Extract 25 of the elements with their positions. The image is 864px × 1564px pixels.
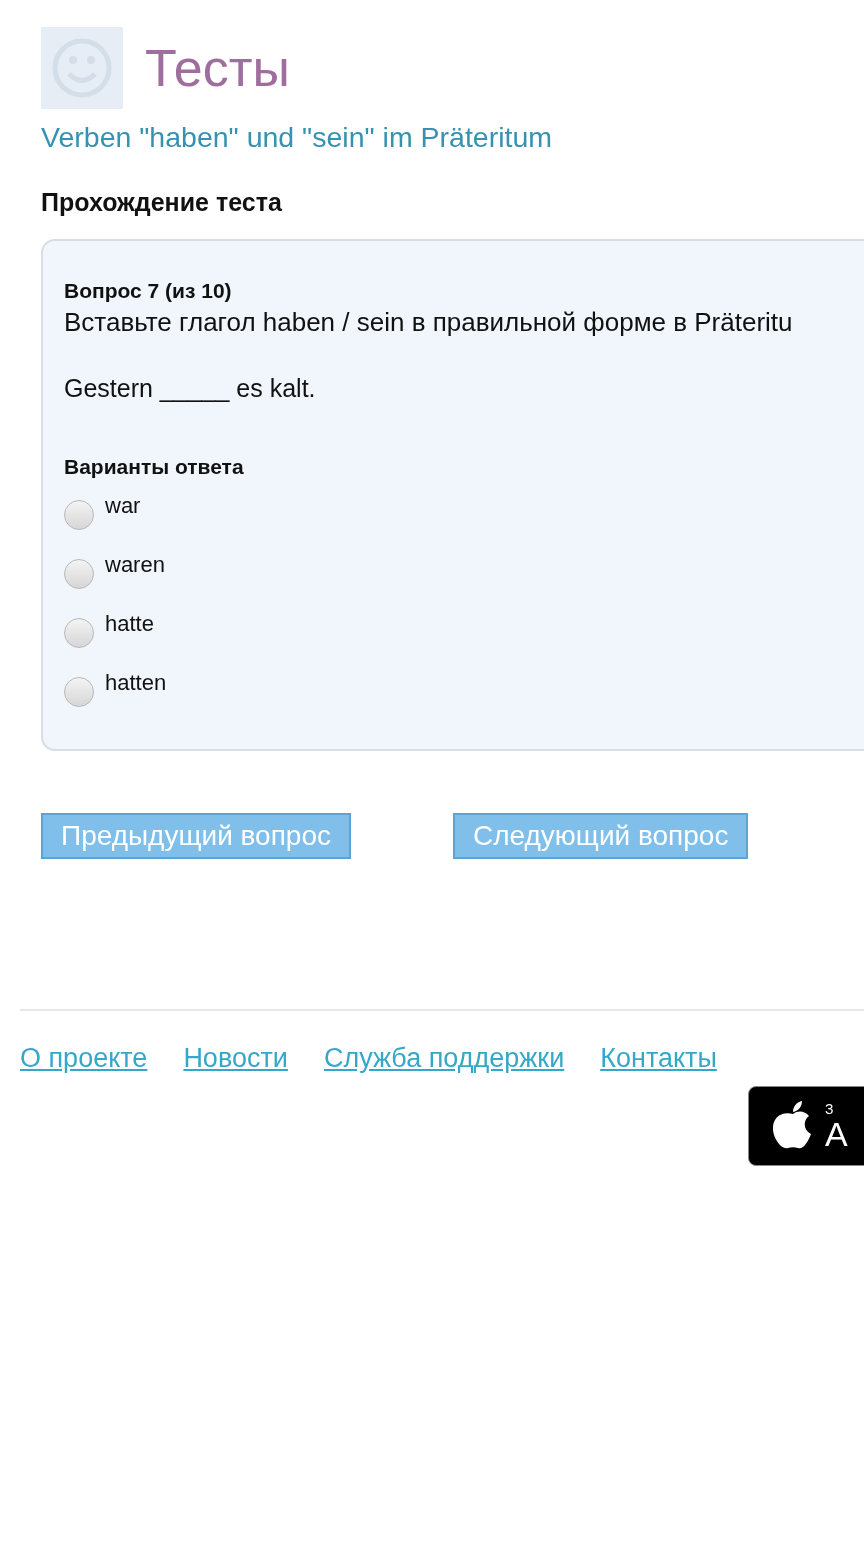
smiley-logo-icon bbox=[41, 27, 123, 109]
option-label: hatte bbox=[105, 611, 154, 637]
footer-link[interactable]: Новости bbox=[183, 1043, 288, 1074]
option-label: waren bbox=[105, 552, 165, 578]
page-title: Тесты bbox=[145, 38, 290, 98]
radio-button[interactable] bbox=[64, 677, 94, 707]
previous-button[interactable]: Предыдущий вопрос bbox=[41, 813, 351, 859]
question-number: Вопрос 7 (из 10) bbox=[64, 279, 233, 303]
question-instruction: Вставьте глагол haben / sein в правильной форме в Präteritu bbox=[64, 307, 794, 338]
question-sentence: Gestern _____ es kalt. bbox=[64, 374, 317, 403]
app-store-badge[interactable]: З A bbox=[748, 1086, 864, 1166]
footer-link[interactable]: Служба поддержки bbox=[323, 1043, 565, 1074]
footer-link[interactable]: О проекте bbox=[20, 1043, 148, 1074]
footer-link[interactable]: Контакты bbox=[600, 1043, 717, 1074]
radio-button[interactable] bbox=[64, 559, 94, 589]
section-heading: Прохождение теста bbox=[41, 188, 283, 217]
next-button[interactable]: Следующий вопрос bbox=[453, 813, 749, 859]
radio-button[interactable] bbox=[64, 500, 94, 530]
options-heading: Варианты ответа bbox=[64, 455, 245, 479]
option-label: war bbox=[105, 493, 141, 519]
test-title: Verben "haben" und "sein" im Präteritum bbox=[41, 121, 553, 154]
badge-text: З bbox=[825, 1101, 835, 1117]
option-label: hatten bbox=[105, 670, 167, 696]
badge-text: A bbox=[825, 1117, 848, 1151]
radio-button[interactable] bbox=[64, 618, 94, 648]
